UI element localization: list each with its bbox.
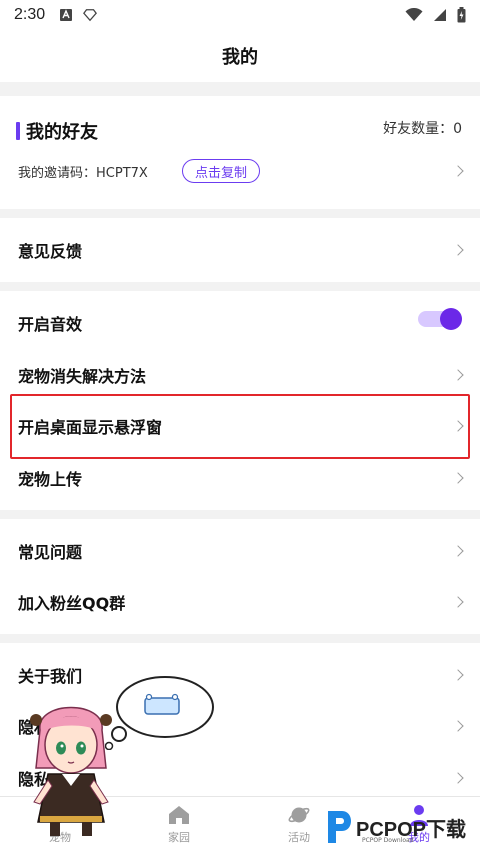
- watermark: PCPOP下载 PCPOP Download: [324, 805, 474, 849]
- battery-icon: [457, 7, 466, 23]
- thought-bubble-icon: [105, 676, 214, 750]
- faq-label: 常见问题: [18, 543, 83, 562]
- faq-row[interactable]: 常见问题: [0, 525, 480, 577]
- qq-group-row[interactable]: 加入粉丝QQ群: [0, 576, 480, 628]
- mascot-character-icon: [30, 706, 112, 836]
- wifi-icon: [405, 8, 423, 21]
- page-header: 我的: [0, 30, 480, 82]
- pcpop-logo-icon: [328, 811, 351, 843]
- chevron-right-icon: [452, 669, 464, 681]
- about-label: 关于我们: [18, 667, 83, 686]
- chevron-right-icon: [452, 720, 464, 732]
- pet-upload-label: 宠物上传: [18, 470, 83, 489]
- feedback-row[interactable]: 意见反馈: [0, 224, 480, 276]
- tab-home[interactable]: 家园: [139, 803, 219, 851]
- app-notification-icon: [60, 9, 73, 21]
- copy-invite-button[interactable]: 点击复制: [182, 159, 260, 183]
- chevron-right-icon: [452, 772, 464, 784]
- sound-row: 开启音效: [0, 297, 480, 349]
- signal-icon: [434, 9, 446, 21]
- title-accent-bar: [16, 122, 20, 140]
- page-title: 我的: [222, 47, 258, 68]
- tab-label: 活动: [288, 831, 310, 844]
- pet-missing-label: 宠物消失解决方法: [18, 367, 147, 386]
- home-icon: [169, 806, 189, 824]
- chevron-right-icon: [452, 545, 464, 557]
- feedback-label: 意见反馈: [18, 242, 83, 261]
- pet-upload-row[interactable]: 宠物上传: [0, 452, 480, 504]
- tab-label: 家园: [168, 831, 190, 844]
- status-bar: 2:30: [0, 0, 480, 30]
- toggle-knob: [440, 308, 462, 330]
- highlight-box: [10, 394, 470, 459]
- qq-group-label: 加入粉丝QQ群: [18, 594, 126, 613]
- watermark-subtext: PCPOP Download: [362, 837, 414, 844]
- diamond-notification-icon: [83, 9, 98, 22]
- invite-code: 我的邀请码：HCPT7X: [18, 165, 148, 181]
- chevron-right-icon: [452, 596, 464, 608]
- chevron-right-icon: [452, 369, 464, 381]
- planet-icon: [288, 807, 310, 823]
- chevron-right-icon: [452, 472, 464, 484]
- friends-card: [0, 96, 480, 209]
- status-time: 2:30: [14, 6, 46, 23]
- friends-title-label: 我的好友: [26, 122, 98, 143]
- friends-title: 我的好友: [16, 118, 98, 144]
- sound-toggle[interactable]: [418, 308, 462, 330]
- sound-label: 开启音效: [18, 315, 83, 334]
- friends-count: 好友数量：0: [383, 121, 462, 137]
- chevron-right-icon: [452, 244, 464, 256]
